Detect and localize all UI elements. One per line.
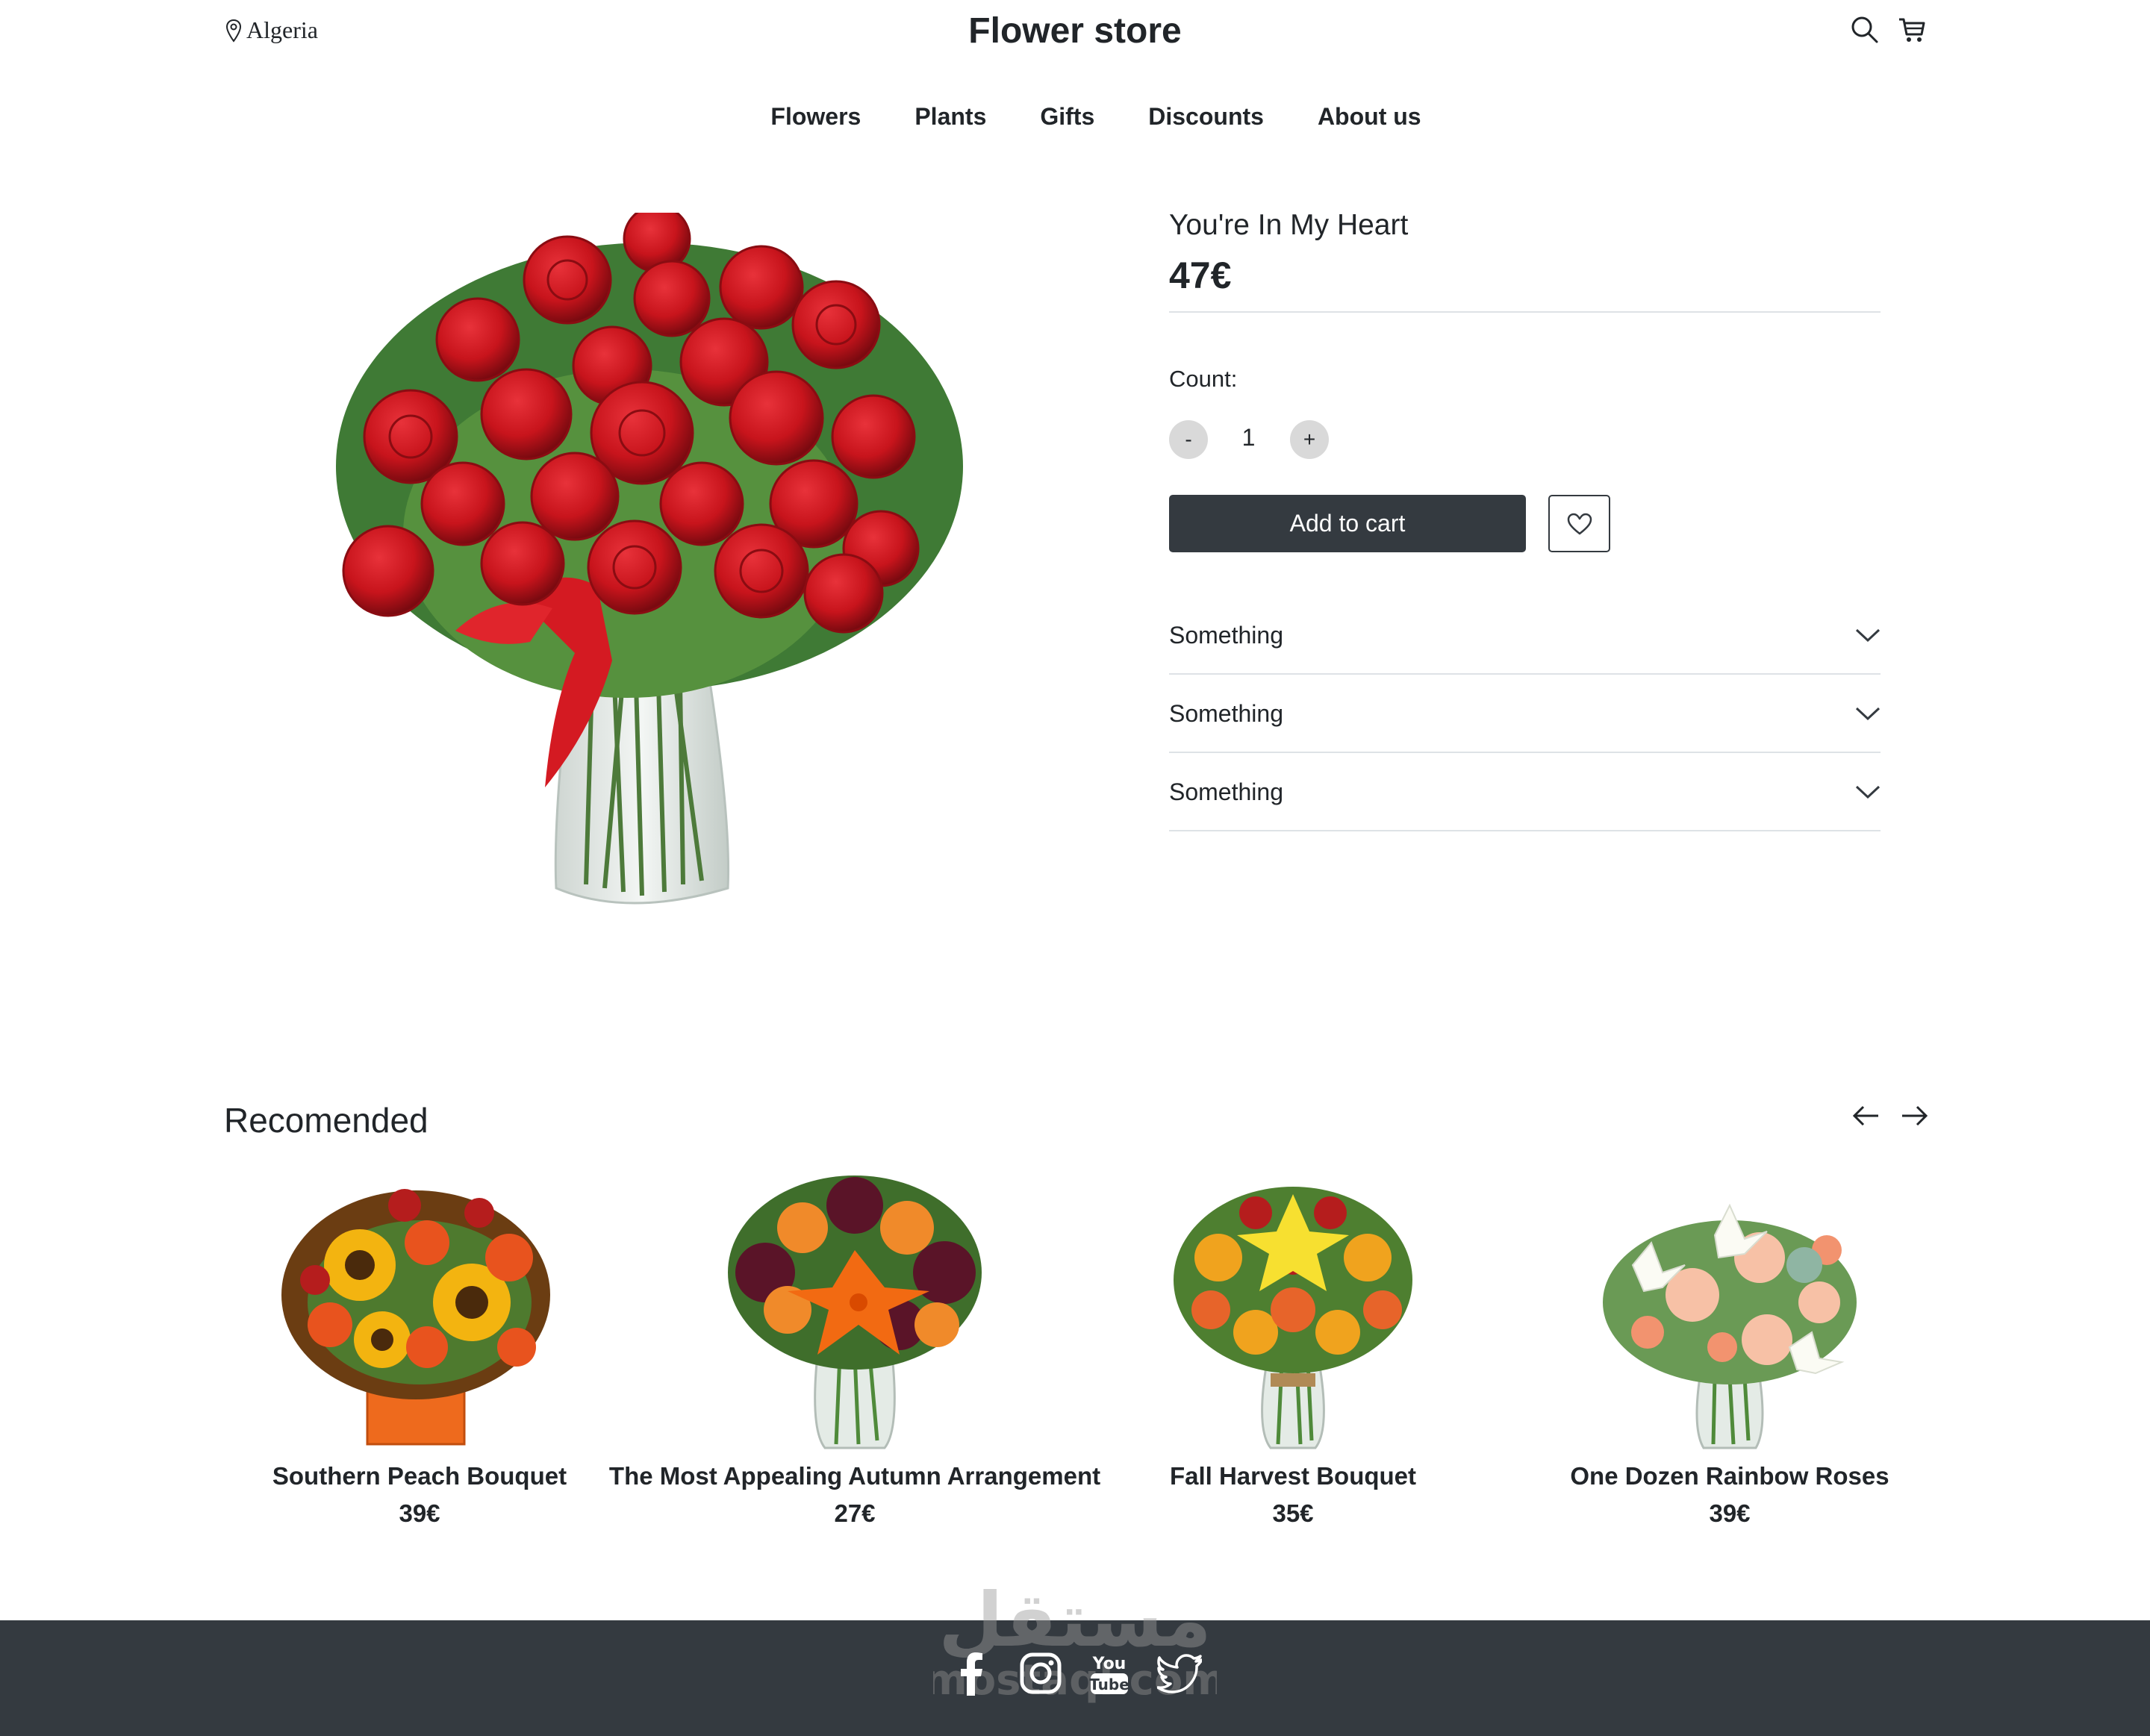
chevron-down-icon bbox=[1855, 706, 1881, 721]
youtube-icon[interactable]: You Tube bbox=[1088, 1651, 1130, 1696]
count-value: 1 bbox=[1241, 424, 1256, 451]
twitter-icon[interactable] bbox=[1157, 1651, 1202, 1696]
wishlist-button[interactable] bbox=[1548, 495, 1610, 552]
nav-item-discounts[interactable]: Discounts bbox=[1148, 103, 1264, 131]
heart-icon bbox=[1567, 513, 1592, 535]
product-card[interactable]: The Most Appealing Autumn Arrangement 27… bbox=[608, 1161, 1101, 1528]
arrow-right-icon[interactable] bbox=[1899, 1105, 1929, 1127]
facebook-icon[interactable] bbox=[951, 1651, 993, 1696]
accordion-label: Something bbox=[1169, 621, 1283, 649]
nav-item-gifts[interactable]: Gifts bbox=[1040, 103, 1094, 131]
product-card-name: The Most Appealing Autumn Arrangement bbox=[608, 1462, 1101, 1490]
product-card[interactable]: One Dozen Rainbow Roses 39€ bbox=[1483, 1161, 1976, 1528]
product-card[interactable]: Fall Harvest Bouquet 35€ bbox=[1047, 1161, 1539, 1528]
product-card[interactable]: Southern Peach Bouquet 39€ bbox=[173, 1161, 666, 1528]
social-links: You Tube bbox=[0, 1651, 2150, 1696]
recommended-title: Recomended bbox=[224, 1101, 429, 1140]
accordion-label: Something bbox=[1169, 699, 1283, 727]
product-card-name: Southern Peach Bouquet bbox=[272, 1462, 567, 1490]
youtube-icon-text-bottom: Tube bbox=[1089, 1676, 1129, 1693]
nav-item-about-us[interactable]: About us bbox=[1318, 103, 1421, 131]
product-price: 47€ bbox=[1169, 255, 1232, 296]
product-image bbox=[328, 204, 970, 929]
decrease-count-button[interactable]: - bbox=[1169, 420, 1208, 459]
accordion-item-1[interactable]: Something bbox=[1169, 597, 1881, 675]
youtube-icon-text-top: You bbox=[1092, 1655, 1127, 1673]
product-card-price: 27€ bbox=[834, 1499, 876, 1527]
arrow-left-icon[interactable] bbox=[1851, 1105, 1881, 1127]
product-card-image bbox=[270, 1161, 569, 1452]
product-card-image bbox=[1580, 1161, 1879, 1452]
product-card-price: 35€ bbox=[1272, 1499, 1314, 1527]
add-to-cart-button[interactable]: Add to cart bbox=[1169, 495, 1526, 552]
divider bbox=[1169, 311, 1881, 313]
chevron-down-icon bbox=[1855, 784, 1881, 799]
product-card-name: Fall Harvest Bouquet bbox=[1169, 1462, 1417, 1490]
cart-icon[interactable] bbox=[1897, 15, 1927, 45]
store-title[interactable]: Flower store bbox=[0, 10, 2150, 51]
instagram-icon[interactable] bbox=[1020, 1651, 1062, 1696]
product-card-image bbox=[705, 1161, 1004, 1452]
accordion-item-2[interactable]: Something bbox=[1169, 675, 1881, 753]
nav-item-flowers[interactable]: Flowers bbox=[770, 103, 861, 131]
product-card-price: 39€ bbox=[1709, 1499, 1751, 1527]
count-label: Count: bbox=[1169, 366, 1238, 392]
product-title: You're In My Heart bbox=[1169, 209, 1409, 241]
product-card-name: One Dozen Rainbow Roses bbox=[1570, 1462, 1889, 1490]
accordion-label: Something bbox=[1169, 778, 1283, 805]
product-card-image bbox=[1144, 1161, 1442, 1452]
main-nav: Flowers Plants Gifts Discounts About us bbox=[0, 103, 2150, 131]
chevron-down-icon bbox=[1855, 628, 1881, 643]
product-card-price: 39€ bbox=[399, 1499, 440, 1527]
nav-item-plants[interactable]: Plants bbox=[914, 103, 986, 131]
accordion-item-3[interactable]: Something bbox=[1169, 754, 1881, 831]
increase-count-button[interactable]: + bbox=[1290, 420, 1329, 459]
search-icon[interactable] bbox=[1850, 15, 1880, 45]
